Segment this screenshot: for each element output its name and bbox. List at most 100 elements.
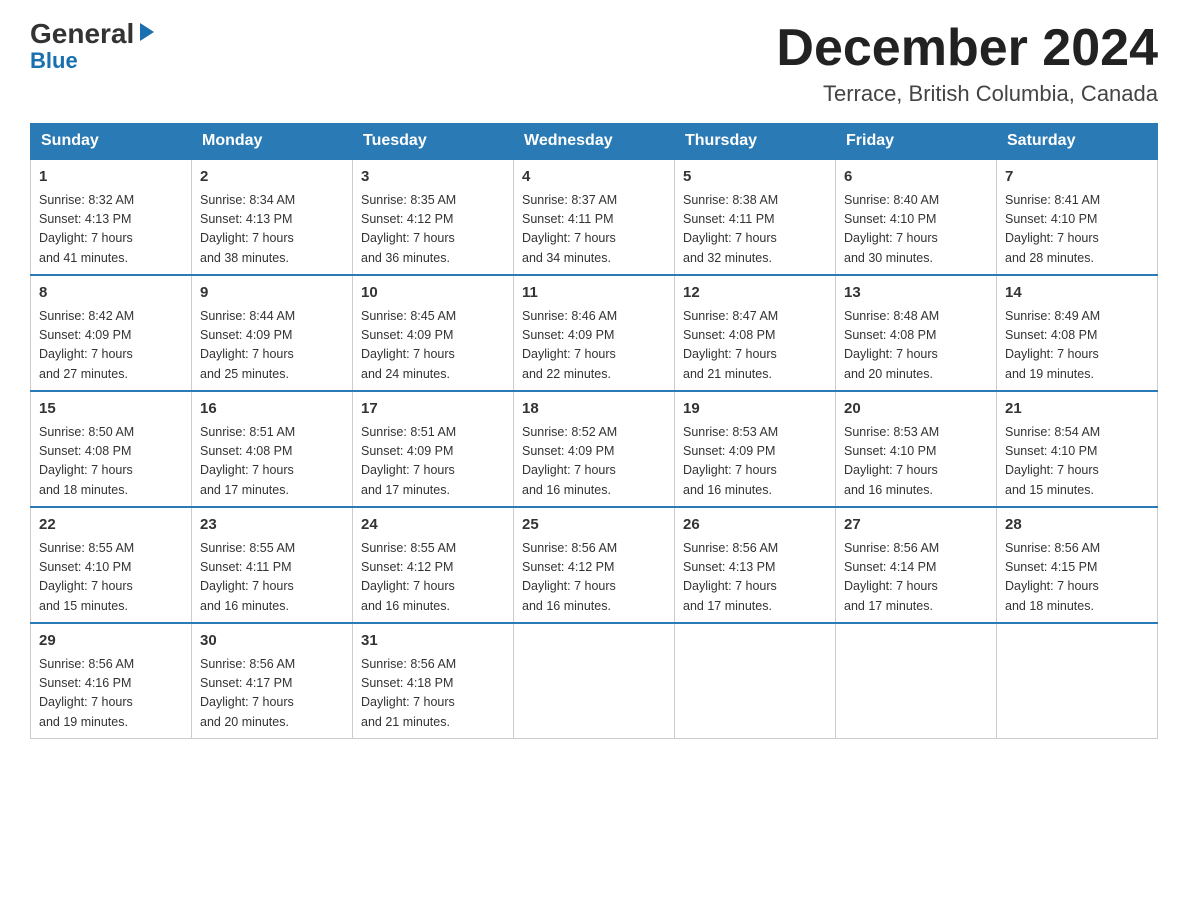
day-info: Sunrise: 8:56 AMSunset: 4:16 PMDaylight:…: [39, 655, 183, 733]
calendar-cell: 9Sunrise: 8:44 AMSunset: 4:09 PMDaylight…: [192, 275, 353, 391]
day-number: 22: [39, 514, 183, 537]
day-number: 23: [200, 514, 344, 537]
calendar-cell: 6Sunrise: 8:40 AMSunset: 4:10 PMDaylight…: [836, 159, 997, 275]
day-info: Sunrise: 8:44 AMSunset: 4:09 PMDaylight:…: [200, 307, 344, 385]
day-number: 19: [683, 398, 827, 421]
day-info: Sunrise: 8:34 AMSunset: 4:13 PMDaylight:…: [200, 191, 344, 269]
day-number: 18: [522, 398, 666, 421]
day-number: 13: [844, 282, 988, 305]
calendar-week-2: 8Sunrise: 8:42 AMSunset: 4:09 PMDaylight…: [31, 275, 1158, 391]
day-info: Sunrise: 8:48 AMSunset: 4:08 PMDaylight:…: [844, 307, 988, 385]
calendar-week-4: 22Sunrise: 8:55 AMSunset: 4:10 PMDayligh…: [31, 507, 1158, 623]
day-info: Sunrise: 8:52 AMSunset: 4:09 PMDaylight:…: [522, 423, 666, 501]
day-number: 15: [39, 398, 183, 421]
column-header-friday: Friday: [836, 124, 997, 160]
day-info: Sunrise: 8:35 AMSunset: 4:12 PMDaylight:…: [361, 191, 505, 269]
day-info: Sunrise: 8:56 AMSunset: 4:12 PMDaylight:…: [522, 539, 666, 617]
calendar-table: SundayMondayTuesdayWednesdayThursdayFrid…: [30, 123, 1158, 739]
day-number: 26: [683, 514, 827, 537]
day-number: 31: [361, 630, 505, 653]
calendar-cell: 27Sunrise: 8:56 AMSunset: 4:14 PMDayligh…: [836, 507, 997, 623]
day-number: 12: [683, 282, 827, 305]
day-info: Sunrise: 8:56 AMSunset: 4:17 PMDaylight:…: [200, 655, 344, 733]
calendar-cell: 2Sunrise: 8:34 AMSunset: 4:13 PMDaylight…: [192, 159, 353, 275]
calendar-cell: 29Sunrise: 8:56 AMSunset: 4:16 PMDayligh…: [31, 623, 192, 739]
day-number: 30: [200, 630, 344, 653]
day-info: Sunrise: 8:56 AMSunset: 4:14 PMDaylight:…: [844, 539, 988, 617]
calendar-cell: 20Sunrise: 8:53 AMSunset: 4:10 PMDayligh…: [836, 391, 997, 507]
calendar-cell: 24Sunrise: 8:55 AMSunset: 4:12 PMDayligh…: [353, 507, 514, 623]
logo: General Blue: [30, 20, 158, 74]
day-number: 7: [1005, 166, 1149, 189]
calendar-week-5: 29Sunrise: 8:56 AMSunset: 4:16 PMDayligh…: [31, 623, 1158, 739]
day-info: Sunrise: 8:45 AMSunset: 4:09 PMDaylight:…: [361, 307, 505, 385]
day-info: Sunrise: 8:56 AMSunset: 4:15 PMDaylight:…: [1005, 539, 1149, 617]
day-number: 25: [522, 514, 666, 537]
day-number: 24: [361, 514, 505, 537]
day-number: 28: [1005, 514, 1149, 537]
logo-general: General: [30, 20, 134, 48]
day-info: Sunrise: 8:51 AMSunset: 4:08 PMDaylight:…: [200, 423, 344, 501]
day-number: 27: [844, 514, 988, 537]
calendar-week-1: 1Sunrise: 8:32 AMSunset: 4:13 PMDaylight…: [31, 159, 1158, 275]
calendar-cell: [997, 623, 1158, 739]
day-info: Sunrise: 8:32 AMSunset: 4:13 PMDaylight:…: [39, 191, 183, 269]
calendar-cell: 16Sunrise: 8:51 AMSunset: 4:08 PMDayligh…: [192, 391, 353, 507]
calendar-cell: 14Sunrise: 8:49 AMSunset: 4:08 PMDayligh…: [997, 275, 1158, 391]
page-header: General Blue December 2024 Terrace, Brit…: [30, 20, 1158, 107]
day-info: Sunrise: 8:55 AMSunset: 4:10 PMDaylight:…: [39, 539, 183, 617]
column-header-monday: Monday: [192, 124, 353, 160]
day-info: Sunrise: 8:51 AMSunset: 4:09 PMDaylight:…: [361, 423, 505, 501]
day-info: Sunrise: 8:53 AMSunset: 4:10 PMDaylight:…: [844, 423, 988, 501]
day-info: Sunrise: 8:38 AMSunset: 4:11 PMDaylight:…: [683, 191, 827, 269]
calendar-cell: 21Sunrise: 8:54 AMSunset: 4:10 PMDayligh…: [997, 391, 1158, 507]
calendar-cell: 13Sunrise: 8:48 AMSunset: 4:08 PMDayligh…: [836, 275, 997, 391]
day-info: Sunrise: 8:41 AMSunset: 4:10 PMDaylight:…: [1005, 191, 1149, 269]
calendar-title-area: December 2024 Terrace, British Columbia,…: [776, 20, 1158, 107]
day-number: 8: [39, 282, 183, 305]
day-info: Sunrise: 8:53 AMSunset: 4:09 PMDaylight:…: [683, 423, 827, 501]
day-info: Sunrise: 8:54 AMSunset: 4:10 PMDaylight:…: [1005, 423, 1149, 501]
calendar-cell: 19Sunrise: 8:53 AMSunset: 4:09 PMDayligh…: [675, 391, 836, 507]
calendar-cell: 23Sunrise: 8:55 AMSunset: 4:11 PMDayligh…: [192, 507, 353, 623]
calendar-cell: 3Sunrise: 8:35 AMSunset: 4:12 PMDaylight…: [353, 159, 514, 275]
calendar-cell: 30Sunrise: 8:56 AMSunset: 4:17 PMDayligh…: [192, 623, 353, 739]
calendar-cell: 28Sunrise: 8:56 AMSunset: 4:15 PMDayligh…: [997, 507, 1158, 623]
calendar-cell: 5Sunrise: 8:38 AMSunset: 4:11 PMDaylight…: [675, 159, 836, 275]
calendar-week-3: 15Sunrise: 8:50 AMSunset: 4:08 PMDayligh…: [31, 391, 1158, 507]
day-number: 9: [200, 282, 344, 305]
calendar-cell: 11Sunrise: 8:46 AMSunset: 4:09 PMDayligh…: [514, 275, 675, 391]
column-header-tuesday: Tuesday: [353, 124, 514, 160]
calendar-cell: 26Sunrise: 8:56 AMSunset: 4:13 PMDayligh…: [675, 507, 836, 623]
day-info: Sunrise: 8:46 AMSunset: 4:09 PMDaylight:…: [522, 307, 666, 385]
day-info: Sunrise: 8:55 AMSunset: 4:11 PMDaylight:…: [200, 539, 344, 617]
day-number: 20: [844, 398, 988, 421]
calendar-cell: 17Sunrise: 8:51 AMSunset: 4:09 PMDayligh…: [353, 391, 514, 507]
column-header-sunday: Sunday: [31, 124, 192, 160]
calendar-cell: [836, 623, 997, 739]
day-info: Sunrise: 8:50 AMSunset: 4:08 PMDaylight:…: [39, 423, 183, 501]
day-number: 16: [200, 398, 344, 421]
day-number: 17: [361, 398, 505, 421]
day-number: 14: [1005, 282, 1149, 305]
calendar-cell: 10Sunrise: 8:45 AMSunset: 4:09 PMDayligh…: [353, 275, 514, 391]
column-header-saturday: Saturday: [997, 124, 1158, 160]
calendar-cell: 18Sunrise: 8:52 AMSunset: 4:09 PMDayligh…: [514, 391, 675, 507]
calendar-cell: [514, 623, 675, 739]
day-number: 4: [522, 166, 666, 189]
calendar-subtitle: Terrace, British Columbia, Canada: [776, 81, 1158, 107]
day-info: Sunrise: 8:40 AMSunset: 4:10 PMDaylight:…: [844, 191, 988, 269]
day-number: 3: [361, 166, 505, 189]
day-number: 21: [1005, 398, 1149, 421]
day-info: Sunrise: 8:37 AMSunset: 4:11 PMDaylight:…: [522, 191, 666, 269]
column-header-thursday: Thursday: [675, 124, 836, 160]
calendar-cell: [675, 623, 836, 739]
day-number: 10: [361, 282, 505, 305]
calendar-cell: 12Sunrise: 8:47 AMSunset: 4:08 PMDayligh…: [675, 275, 836, 391]
calendar-cell: 31Sunrise: 8:56 AMSunset: 4:18 PMDayligh…: [353, 623, 514, 739]
day-info: Sunrise: 8:47 AMSunset: 4:08 PMDaylight:…: [683, 307, 827, 385]
calendar-cell: 25Sunrise: 8:56 AMSunset: 4:12 PMDayligh…: [514, 507, 675, 623]
calendar-cell: 22Sunrise: 8:55 AMSunset: 4:10 PMDayligh…: [31, 507, 192, 623]
logo-arrow-icon: [136, 21, 158, 43]
calendar-title: December 2024: [776, 20, 1158, 77]
